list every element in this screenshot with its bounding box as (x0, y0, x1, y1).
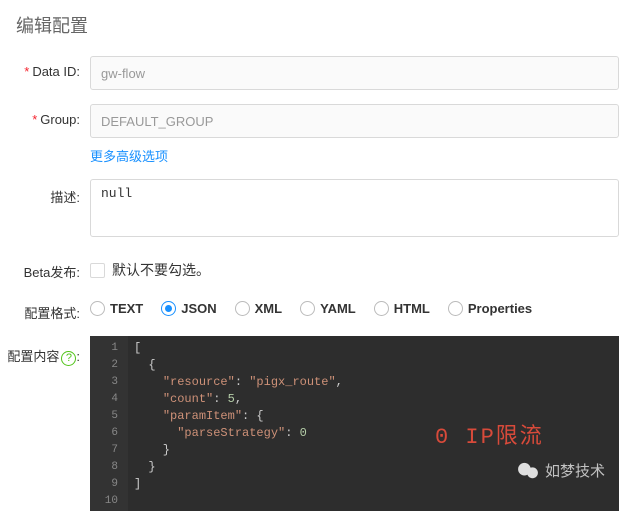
label-format: 配置格式: (0, 295, 90, 322)
textarea-desc[interactable]: null (90, 179, 619, 237)
label-content: 配置内容?: (0, 336, 90, 366)
radio-properties[interactable]: Properties (448, 301, 532, 316)
input-group[interactable] (90, 104, 619, 138)
annotation-overlay: 0 IP限流 (435, 418, 544, 450)
line-gutter: 12345678910 (90, 336, 128, 511)
input-data-id[interactable] (90, 56, 619, 90)
radio-html[interactable]: HTML (374, 301, 430, 316)
radio-json[interactable]: JSON (161, 301, 216, 316)
radio-xml[interactable]: XML (235, 301, 282, 316)
radio-text[interactable]: TEXT (90, 301, 143, 316)
checkbox-beta[interactable] (90, 263, 105, 278)
watermark: 如梦技术 (517, 460, 605, 481)
label-group: *Group: (0, 104, 90, 127)
help-icon[interactable]: ? (61, 351, 76, 366)
wechat-icon (517, 462, 539, 480)
label-desc: 描述: (0, 179, 90, 206)
code-editor[interactable]: 12345678910 [ { "resource": "pigx_route"… (90, 336, 619, 511)
radio-yaml[interactable]: YAML (300, 301, 356, 316)
radio-group-format: TEXT JSON XML YAML HTML Properties (90, 295, 619, 316)
label-beta: Beta发布: (0, 254, 90, 281)
more-options-link[interactable]: 更多高级选项 (90, 146, 168, 165)
label-data-id: *Data ID: (0, 56, 90, 79)
beta-hint: 默认不要勾选。 (112, 260, 210, 280)
code-content[interactable]: [ { "resource": "pigx_route", "count": 5… (128, 336, 349, 511)
page-title: 编辑配置 (0, 0, 619, 56)
